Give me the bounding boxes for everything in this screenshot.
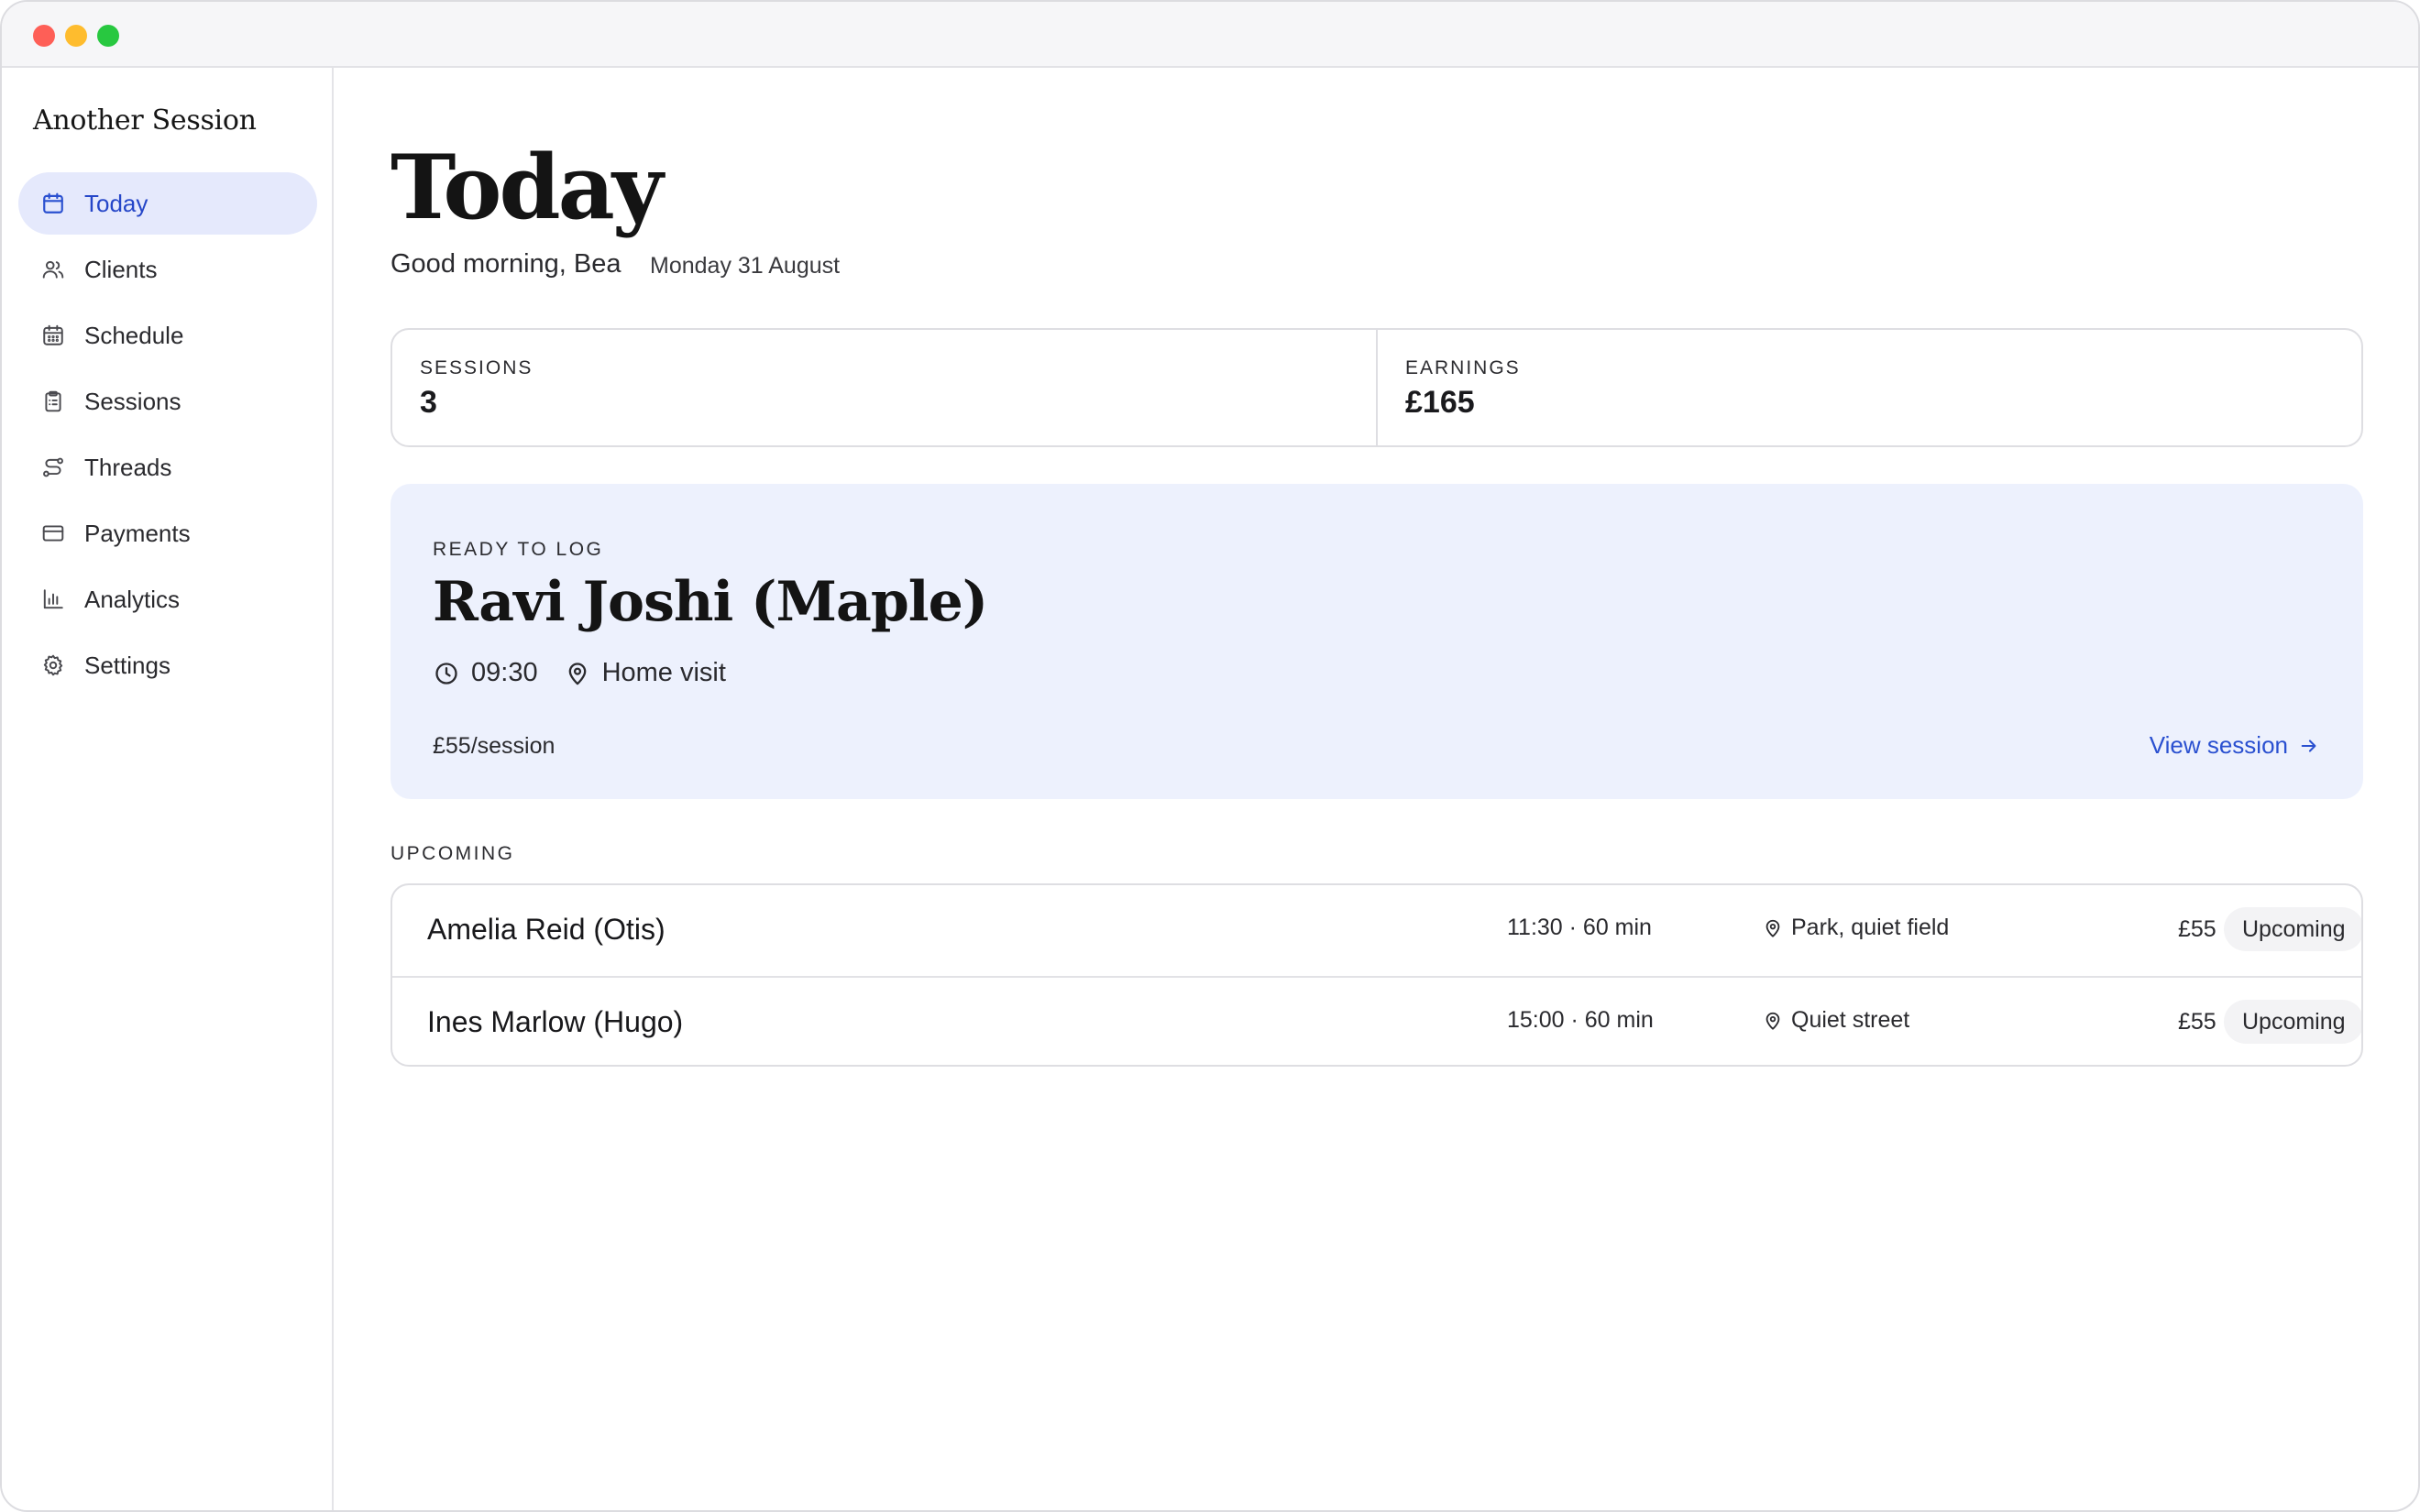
sidebar-item-label: Schedule — [84, 321, 184, 349]
earnings-stat: EARNINGS £165 — [1376, 330, 2361, 445]
status-badge: Upcoming — [2224, 907, 2361, 951]
maximize-window-button[interactable] — [97, 25, 119, 47]
session-location: Quiet street — [1762, 1007, 1909, 1034]
ready-session-price: £55/session — [433, 733, 556, 759]
sidebar-item-label: Threads — [84, 453, 172, 481]
map-pin-icon — [1762, 1010, 1784, 1032]
session-price: £55 — [2178, 916, 2216, 942]
session-time: 15:00 · 60 min — [1507, 1007, 1654, 1033]
app-brand: Another Session — [33, 104, 257, 137]
view-session-label: View session — [2149, 731, 2288, 759]
clipboard-icon — [40, 389, 66, 414]
sessions-stat-value: 3 — [420, 385, 437, 420]
sidebar-item-schedule[interactable]: Schedule — [18, 304, 317, 367]
ready-to-log-label: READY TO LOG — [433, 539, 604, 560]
sidebar-item-clients[interactable]: Clients — [18, 238, 317, 301]
earnings-stat-label: EARNINGS — [1405, 357, 1521, 378]
sidebar-item-payments[interactable]: Payments — [18, 502, 317, 564]
earnings-stat-value: £165 — [1405, 385, 1475, 420]
ready-session-location: Home visit — [601, 658, 726, 687]
map-pin-icon — [564, 660, 591, 687]
sidebar-item-sessions[interactable]: Sessions — [18, 370, 317, 433]
calendar-icon — [40, 191, 66, 216]
date-text: Monday 31 August — [650, 253, 841, 279]
clock-icon — [433, 660, 460, 687]
sidebar-item-analytics[interactable]: Analytics — [18, 568, 317, 630]
close-window-button[interactable] — [33, 25, 55, 47]
session-location-text: Park, quiet field — [1791, 915, 1950, 940]
main-content: Today Good morning, Bea Monday 31 August… — [336, 68, 2418, 1510]
users-icon — [40, 257, 66, 282]
status-badge: Upcoming — [2224, 1000, 2361, 1044]
gear-icon — [40, 652, 66, 678]
bar-chart-icon — [40, 586, 66, 612]
route-icon — [40, 455, 66, 480]
sidebar-item-threads[interactable]: Threads — [18, 436, 317, 499]
client-name: Ines Marlow (Hugo) — [427, 1005, 684, 1038]
app-window: Another Session Today Clients Schedule S… — [0, 0, 2420, 1512]
sessions-stat: SESSIONS 3 — [392, 330, 1376, 445]
page-title: Today — [390, 136, 664, 239]
upcoming-list: Amelia Reid (Otis) 11:30 · 60 min Park, … — [390, 883, 2363, 1067]
session-location: Park, quiet field — [1762, 915, 1949, 941]
sidebar-item-today[interactable]: Today — [18, 172, 317, 235]
calendar-grid-icon — [40, 323, 66, 348]
session-time: 11:30 · 60 min — [1507, 915, 1652, 940]
sidebar-nav: Today Clients Schedule Sessions Threads … — [18, 172, 317, 700]
upcoming-row[interactable]: Ines Marlow (Hugo) 15:00 · 60 min Quiet … — [392, 976, 2361, 1065]
sessions-stat-label: SESSIONS — [420, 357, 534, 378]
map-pin-icon — [1762, 917, 1784, 939]
view-session-link[interactable]: View session — [2150, 731, 2321, 760]
ready-session-time: 09:30 — [471, 658, 538, 687]
sidebar-item-label: Analytics — [84, 585, 181, 613]
title-bar — [2, 2, 2418, 68]
ready-client-name: Ravi Joshi (Maple) — [433, 570, 988, 634]
upcoming-row[interactable]: Amelia Reid (Otis) 11:30 · 60 min Park, … — [392, 885, 2361, 976]
session-price: £55 — [2178, 1009, 2216, 1035]
client-name: Amelia Reid (Otis) — [427, 913, 666, 946]
sidebar-item-label: Clients — [84, 255, 158, 283]
stats-card: SESSIONS 3 EARNINGS £165 — [390, 328, 2363, 447]
greeting-text: Good morning, Bea — [390, 249, 622, 279]
sidebar-item-settings[interactable]: Settings — [18, 634, 317, 696]
sidebar-item-label: Sessions — [84, 387, 182, 415]
sidebar: Another Session Today Clients Schedule S… — [2, 68, 334, 1510]
ready-to-log-card: READY TO LOG Ravi Joshi (Maple) 09:30 Ho… — [390, 484, 2363, 799]
session-location-text: Quiet street — [1791, 1007, 1910, 1033]
credit-card-icon — [40, 520, 66, 546]
ready-session-meta: 09:30 Home visit — [433, 658, 726, 688]
upcoming-label: UPCOMING — [390, 843, 515, 864]
arrow-right-icon — [2299, 735, 2321, 757]
minimize-window-button[interactable] — [65, 25, 87, 47]
sidebar-item-label: Today — [84, 189, 148, 217]
sidebar-item-label: Settings — [84, 651, 170, 679]
sidebar-item-label: Payments — [84, 519, 191, 547]
